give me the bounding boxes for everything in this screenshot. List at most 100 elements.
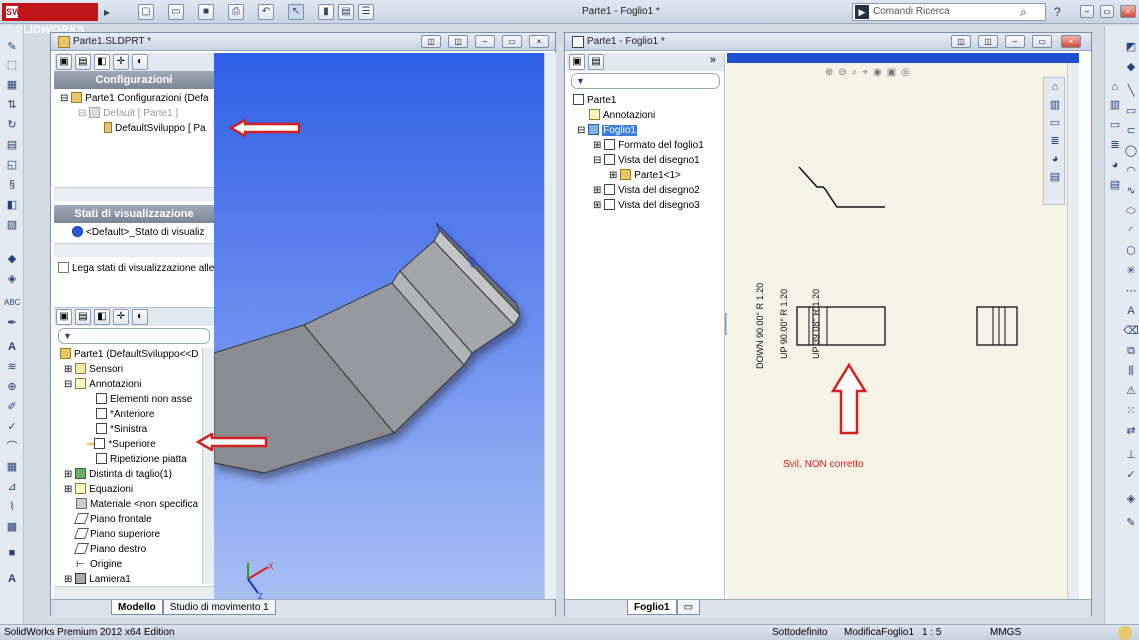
line-icon[interactable]: ╲ xyxy=(1123,84,1139,98)
sketch-icon[interactable]: ✎ xyxy=(4,40,20,54)
chart-icon[interactable]: ▥ xyxy=(1047,98,1063,112)
help-icon[interactable] xyxy=(1118,626,1132,640)
section-icon[interactable]: ▨ xyxy=(4,218,20,232)
rebuild-icon[interactable]: ▮ xyxy=(318,4,334,20)
circle-icon[interactable]: ◯ xyxy=(1123,144,1139,158)
tree-item[interactable]: ⊟ Default [ Parte1 ] xyxy=(60,106,214,121)
tree-item[interactable]: ⊟ Foglio1 xyxy=(573,123,724,138)
undo-icon[interactable]: ↶ xyxy=(258,4,274,20)
rotate-icon[interactable]: ↻ xyxy=(4,118,20,132)
tab-model[interactable]: Modello xyxy=(111,600,163,615)
close-drawing-button[interactable]: × xyxy=(1061,35,1081,48)
centerline-icon[interactable]: ⋯ xyxy=(1123,284,1139,298)
spiral-icon[interactable]: § xyxy=(4,178,20,192)
options-icon[interactable]: ☰ xyxy=(358,4,374,20)
offset-icon[interactable]: ⧉ xyxy=(1123,344,1139,358)
tree-item[interactable]: ⊟ Parte1 Configurazioni (Defa xyxy=(60,91,214,106)
polygon-icon[interactable]: ⬡ xyxy=(1123,244,1139,258)
bend-note-up-1[interactable]: UP 90.00° R 1.20 xyxy=(779,269,789,359)
warning-icon[interactable]: ⚠ xyxy=(1123,384,1139,398)
tile-right-button[interactable]: ◫ xyxy=(978,35,998,48)
arc-icon[interactable]: ◠ xyxy=(1123,164,1139,178)
rectangle-icon[interactable]: ▭ xyxy=(1123,104,1139,118)
check-icon[interactable]: ✓ xyxy=(4,420,20,434)
add-sheet-icon[interactable]: ▭ xyxy=(676,600,701,615)
tile-left-button[interactable]: ◫ xyxy=(951,35,971,48)
selection-icon[interactable]: ◩ xyxy=(1123,40,1139,54)
list-icon[interactable]: ≣ xyxy=(1047,134,1063,148)
relations-icon[interactable]: ⊥ xyxy=(1123,448,1139,462)
filter-icon[interactable]: ▼ xyxy=(571,73,720,89)
property-manager-tab-icon[interactable]: ▤ xyxy=(588,54,604,70)
hatch-icon[interactable]: ▩ xyxy=(4,520,20,534)
fillet-icon[interactable]: ◜ xyxy=(1123,224,1139,238)
display-manager-tab-icon[interactable]: ◐ xyxy=(132,309,148,325)
tree-item[interactable]: Materiale <non specifica xyxy=(60,497,202,512)
appearance-icon[interactable]: ◕ xyxy=(1107,158,1123,172)
close-app-button[interactable]: × xyxy=(1120,5,1136,18)
folder-icon[interactable]: ▭ xyxy=(1047,116,1063,130)
search-input[interactable]: Comandi Ricerca xyxy=(852,3,1046,21)
horizontal-scrollbar[interactable] xyxy=(54,586,214,600)
pattern-icon[interactable]: ⁙ xyxy=(1123,404,1139,418)
sheet-scale[interactable]: 1 : 5 xyxy=(922,625,941,640)
tree-item[interactable]: Piano frontale xyxy=(60,512,202,527)
tree-item[interactable]: Piano destro xyxy=(60,542,202,557)
minimize-part-button[interactable]: – xyxy=(475,35,495,48)
property-manager-tab-icon[interactable]: ▤ xyxy=(75,309,91,325)
tree-item[interactable]: ⊟ Vista del disegno1 xyxy=(573,153,724,168)
home-icon[interactable]: ⌂ xyxy=(1047,80,1063,94)
property-manager-tab-icon[interactable]: ▤ xyxy=(75,54,91,70)
layer-icon[interactable]: ◱ xyxy=(4,158,20,172)
menu-arrow-icon[interactable]: ▸ xyxy=(104,5,118,19)
new-document-icon[interactable]: ▢ xyxy=(138,4,154,20)
tree-item[interactable]: ⊞ Parte1<1> xyxy=(573,168,724,183)
text-icon[interactable]: A xyxy=(4,340,20,354)
folder-icon[interactable]: ▭ xyxy=(1107,118,1123,132)
quick-snap-icon[interactable]: ◈ xyxy=(1123,492,1139,506)
list-item[interactable]: <Default>_Stato di visualiz xyxy=(72,225,214,240)
font-icon[interactable]: A xyxy=(4,572,20,586)
text-icon[interactable]: A xyxy=(1123,304,1139,318)
tree-item[interactable]: *Sinistra xyxy=(60,422,202,437)
viewport-vertical-scrollbar[interactable] xyxy=(544,53,556,599)
drawing-sheet[interactable]: ⊕⊖⌕⌖◉▣◎ DOWN 90.00° R 1.20 UP 90.00° R 1… xyxy=(727,53,1079,599)
slot-icon[interactable]: ⊂ xyxy=(1123,124,1139,138)
repair-icon[interactable]: ✓ xyxy=(1123,468,1139,482)
tree-item[interactable]: *Anteriore xyxy=(60,407,202,422)
minimize-drawing-button[interactable]: – xyxy=(1005,35,1025,48)
print-icon[interactable]: ⎙ xyxy=(228,4,244,20)
spell-check-icon[interactable]: ABC xyxy=(4,296,20,310)
curve-icon[interactable]: ⌒ xyxy=(4,440,20,454)
view-icon[interactable]: ◧ xyxy=(4,198,20,212)
fill-icon[interactable]: ■ xyxy=(4,546,20,560)
tree-item[interactable]: ⊞ Vista del disegno3 xyxy=(573,198,724,213)
maximize-part-button[interactable]: ▭ xyxy=(502,35,522,48)
restore-app-button[interactable]: ▭ xyxy=(1100,5,1114,18)
tab-foglio1[interactable]: Foglio1 xyxy=(627,600,677,615)
zoom-icon[interactable]: ⊕ xyxy=(4,380,20,394)
table-icon[interactable]: ▦ xyxy=(4,460,20,474)
smart-dimension-icon[interactable]: ⬚ xyxy=(4,58,20,72)
edit-icon[interactable]: ✐ xyxy=(4,400,20,414)
move-entities-icon[interactable]: ⇄ xyxy=(1123,424,1139,438)
tree-item[interactable]: ⊞ Lamiera1 xyxy=(60,572,202,586)
configuration-manager-tab-icon[interactable]: ◧ xyxy=(94,54,110,70)
tree-item[interactable]: Parte1 (DefaultSviluppo<<D xyxy=(60,347,202,362)
feature-manager-tab-icon[interactable]: ▣ xyxy=(56,309,72,325)
balloon-icon[interactable]: ◈ xyxy=(4,272,20,286)
ellipse-icon[interactable]: ⬭ xyxy=(1123,204,1139,218)
minimize-app-button[interactable]: – xyxy=(1080,5,1094,18)
tree-item[interactable]: DefaultSviluppo [ Pa xyxy=(60,121,214,136)
tree-item[interactable]: ⊞ Distinta di taglio(1) xyxy=(60,467,202,482)
bend-note-up-2[interactable]: UP 39.08° R 1.20 xyxy=(811,269,821,359)
filter-icon[interactable]: ▼ xyxy=(58,328,210,344)
tree-item[interactable]: Piano superiore xyxy=(60,527,202,542)
sheet-vertical-scrollbar[interactable] xyxy=(1067,63,1079,599)
list-icon[interactable]: ≣ xyxy=(1107,138,1123,152)
feature-manager-tab-icon[interactable]: ▣ xyxy=(569,54,585,70)
unit-system[interactable]: MMGS xyxy=(990,625,1021,640)
select-pointer-icon[interactable]: ↖ xyxy=(288,4,304,20)
save-icon[interactable]: ■ xyxy=(198,4,214,20)
tree-item[interactable]: ⊞ Formato del foglio1 xyxy=(573,138,724,153)
